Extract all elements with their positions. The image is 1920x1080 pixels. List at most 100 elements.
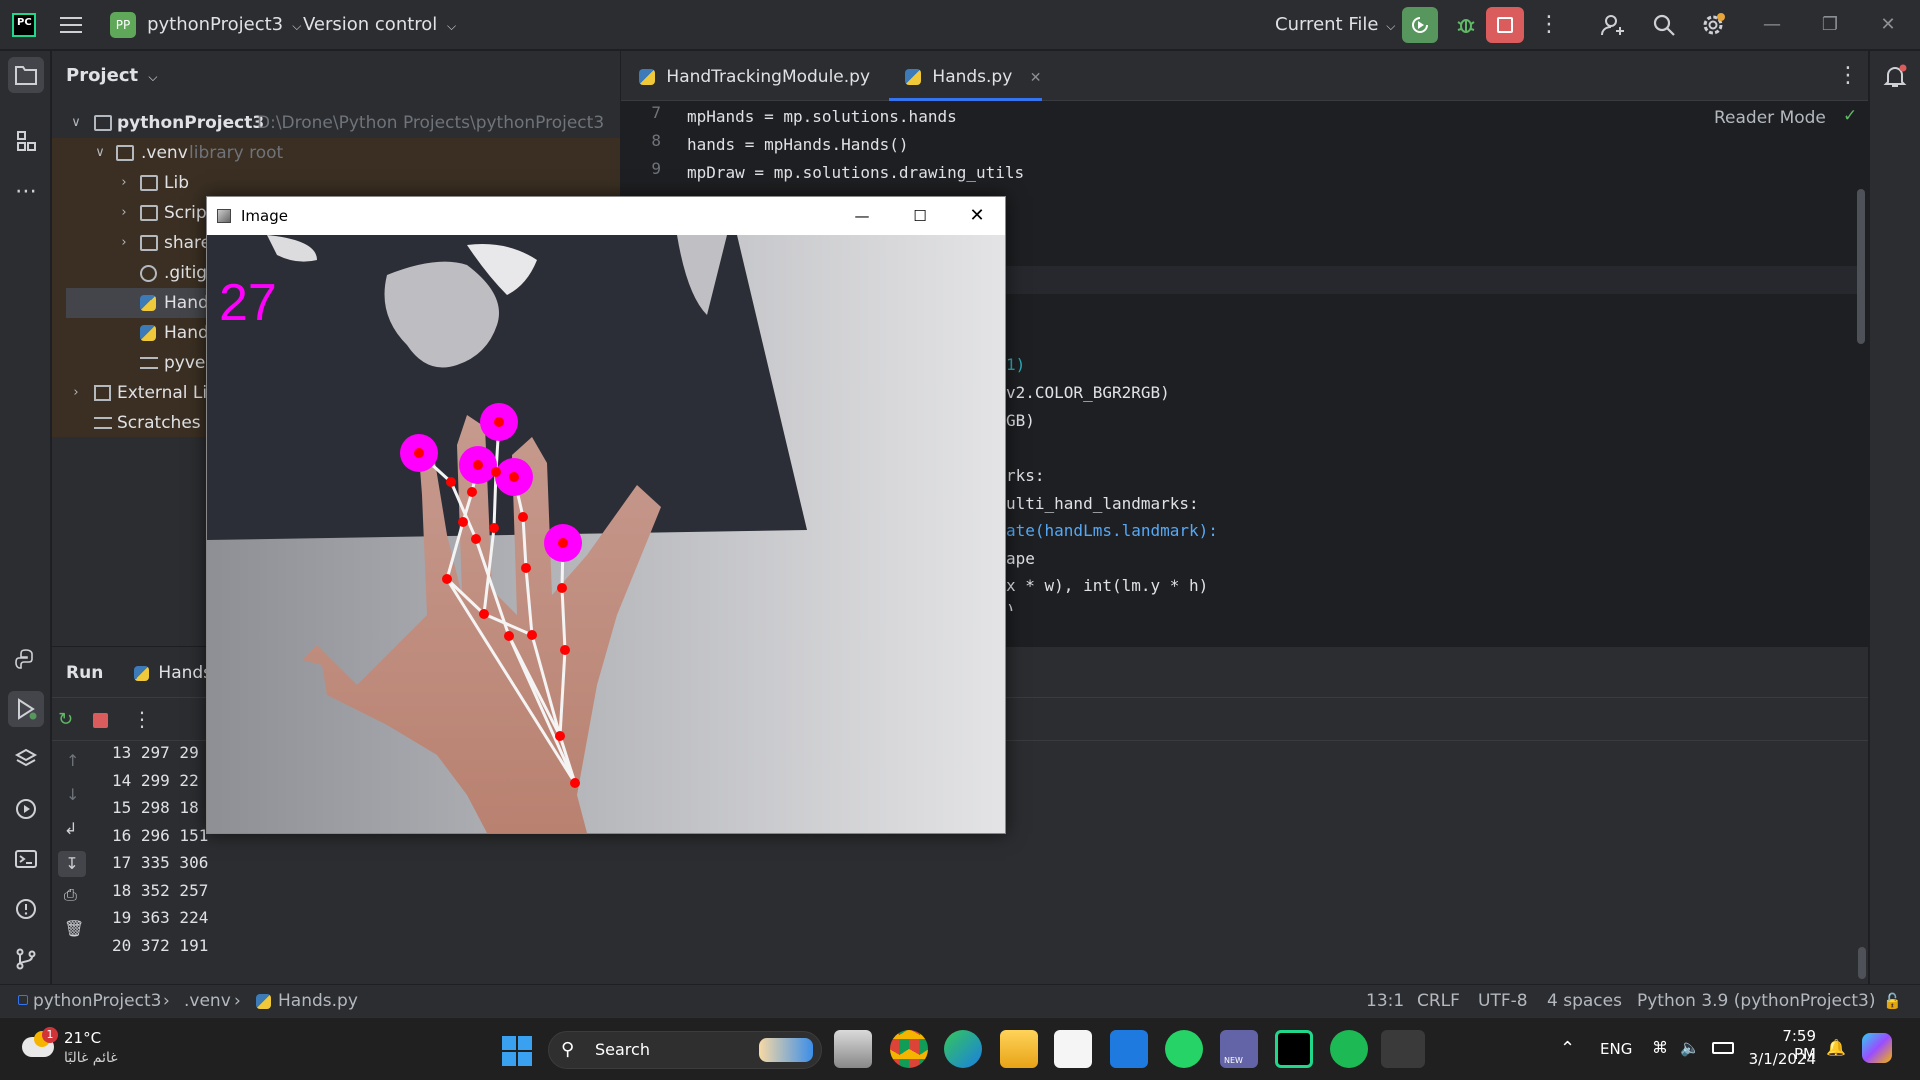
version-control-widget[interactable]: Version control ⌵ xyxy=(303,12,456,38)
tree-item-lib[interactable]: › Lib xyxy=(52,168,620,198)
code-with-me-icon[interactable] xyxy=(1600,12,1626,38)
tab-hand-tracking-module[interactable]: HandTrackingModule.py xyxy=(639,51,870,101)
structure-tool-button[interactable] xyxy=(8,123,44,159)
language-indicator[interactable]: ENG xyxy=(1600,1040,1632,1058)
python-file-icon xyxy=(140,295,156,311)
close-tab-icon[interactable]: ✕ xyxy=(1030,70,1042,86)
file-encoding[interactable]: UTF-8 xyxy=(1478,985,1528,1018)
settings-gear-icon[interactable] xyxy=(1700,12,1726,38)
main-menu-icon[interactable] xyxy=(60,15,82,35)
run-tab-hands[interactable]: Hands xyxy=(134,663,212,683)
taskbar-date[interactable]: 3/1/2024 xyxy=(1746,1050,1816,1068)
project-tool-button[interactable] xyxy=(8,57,44,93)
restore-window-button[interactable]: ❐ xyxy=(1802,0,1858,50)
landmark-point xyxy=(558,538,568,548)
chevron-right-icon[interactable]: › xyxy=(116,198,132,228)
windows-taskbar: 1 21°C غائم غالبًا ⚲ Search NEW ⌃ ENG ⌘ … xyxy=(0,1017,1920,1080)
python-packages-button[interactable] xyxy=(8,741,44,777)
stop-icon[interactable] xyxy=(93,713,108,728)
chrome-icon[interactable] xyxy=(890,1030,928,1068)
wifi-icon[interactable]: ⌘ xyxy=(1652,1038,1668,1057)
problems-icon xyxy=(16,899,36,919)
debug-button[interactable] xyxy=(1448,7,1484,43)
start-button[interactable] xyxy=(502,1036,532,1066)
image-window-close-button[interactable]: ✕ xyxy=(952,197,1002,235)
trash-icon[interactable]: 🗑 xyxy=(64,919,84,938)
taskbar-search-box[interactable]: ⚲ Search xyxy=(548,1031,822,1069)
image-window-caption[interactable]: Image — ☐ ✕ xyxy=(207,197,1005,235)
chevron-right-icon[interactable]: › xyxy=(116,168,132,198)
scroll-to-end-icon[interactable]: ↧ xyxy=(58,851,86,877)
chevron-down-icon[interactable]: ∨ xyxy=(68,108,84,138)
minimize-window-button[interactable]: — xyxy=(1744,0,1800,50)
mail-icon[interactable] xyxy=(1110,1030,1148,1068)
tab-hands[interactable]: Hands.py ✕ xyxy=(889,51,1042,101)
notifications-bell-icon[interactable] xyxy=(1882,63,1908,89)
taskbar-search-label: Search xyxy=(595,1040,650,1059)
run-tool-button[interactable] xyxy=(8,691,44,727)
task-view-icon[interactable] xyxy=(834,1030,872,1068)
image-window[interactable]: Image — ☐ ✕ 27 xyxy=(206,196,1006,834)
file-explorer-icon[interactable] xyxy=(1000,1030,1038,1068)
chevron-right-icon[interactable]: › xyxy=(68,378,84,408)
copilot-icon[interactable] xyxy=(1862,1033,1892,1063)
line-separator[interactable]: CRLF xyxy=(1417,985,1460,1018)
pycharm-logo-icon[interactable]: PC xyxy=(12,13,36,37)
whatsapp-icon[interactable] xyxy=(1165,1030,1203,1068)
project-widget[interactable]: PP pythonProject3 ⌵ xyxy=(110,12,301,38)
scroll-up-icon[interactable]: ↑ xyxy=(66,751,79,770)
git-button[interactable] xyxy=(8,941,44,977)
soft-wrap-icon[interactable]: ↲ xyxy=(64,819,77,838)
python-console-button[interactable] xyxy=(8,642,44,678)
more-tools-icon[interactable]: ⋯ xyxy=(8,173,44,209)
breadcrumb-project[interactable]: pythonProject3 xyxy=(33,985,161,1018)
volume-icon[interactable]: 🔈 xyxy=(1680,1038,1700,1057)
close-window-button[interactable]: ✕ xyxy=(1860,0,1916,50)
tree-item-label: .venv xyxy=(141,143,188,163)
scroll-down-icon[interactable]: ↓ xyxy=(66,785,79,804)
chevron-down-icon[interactable]: ∨ xyxy=(92,138,108,168)
spotify-icon[interactable] xyxy=(1330,1030,1368,1068)
tab-options-icon[interactable]: ⋮ xyxy=(1837,61,1859,91)
microsoft-store-icon[interactable] xyxy=(1054,1030,1092,1068)
more-actions-icon[interactable]: ⋮ xyxy=(1538,10,1560,40)
breadcrumb-venv[interactable]: .venv xyxy=(184,985,231,1018)
caret-position[interactable]: 13:1 xyxy=(1366,985,1404,1018)
image-window-maximize-button[interactable]: ☐ xyxy=(895,197,945,235)
python-interpreter[interactable]: Python 3.9 (pythonProject3) xyxy=(1637,985,1875,1018)
breadcrumb-file[interactable]: Hands.py xyxy=(278,985,358,1018)
webcam-image: 27 xyxy=(207,235,1005,833)
ignore-icon xyxy=(140,265,157,282)
console-scrollbar[interactable] xyxy=(1858,947,1866,979)
image-window-minimize-button[interactable]: — xyxy=(837,197,887,235)
landmark-point xyxy=(458,517,468,527)
teams-icon[interactable]: NEW xyxy=(1220,1030,1258,1068)
run-config-selector[interactable]: Current File ⌵ xyxy=(1275,12,1395,38)
stop-button[interactable] xyxy=(1486,7,1524,43)
breadcrumb-separator: › xyxy=(234,991,241,1011)
print-icon[interactable]: ⎙ xyxy=(64,885,77,905)
lock-icon[interactable]: 🔓 xyxy=(1883,985,1902,1018)
indent-setting[interactable]: 4 spaces xyxy=(1547,985,1622,1018)
terminal-button[interactable] xyxy=(8,841,44,877)
edge-icon[interactable] xyxy=(944,1030,982,1068)
code-fragment: ate(handLms.landmark): xyxy=(1006,521,1218,540)
battery-icon[interactable] xyxy=(1712,1042,1734,1054)
right-tool-strip xyxy=(1869,51,1920,984)
more-run-actions-icon[interactable]: ⋮ xyxy=(132,707,152,731)
search-icon[interactable] xyxy=(1651,12,1677,38)
pycharm-taskbar-icon[interactable] xyxy=(1275,1030,1313,1068)
show-hidden-icons-icon[interactable]: ⌃ xyxy=(1560,1038,1575,1059)
chevron-right-icon[interactable]: › xyxy=(116,228,132,258)
rerun-icon[interactable]: ↻ xyxy=(58,709,73,730)
python-app-icon[interactable] xyxy=(1381,1030,1425,1068)
problems-button[interactable] xyxy=(8,891,44,927)
notification-bell-icon[interactable]: 🔔 xyxy=(1826,1038,1846,1057)
services-button[interactable] xyxy=(8,791,44,827)
weather-widget[interactable]: 1 21°C غائم غالبًا xyxy=(20,1027,130,1073)
rerun-button[interactable] xyxy=(1402,7,1438,43)
text-file-icon xyxy=(140,357,158,369)
project-panel-header[interactable]: Project ⌵ xyxy=(66,65,157,86)
tree-item-venv[interactable]: ∨ .venv library root xyxy=(52,138,620,168)
tree-item-project-root[interactable]: ∨ pythonProject3 D:\Drone\Python Project… xyxy=(52,108,620,138)
